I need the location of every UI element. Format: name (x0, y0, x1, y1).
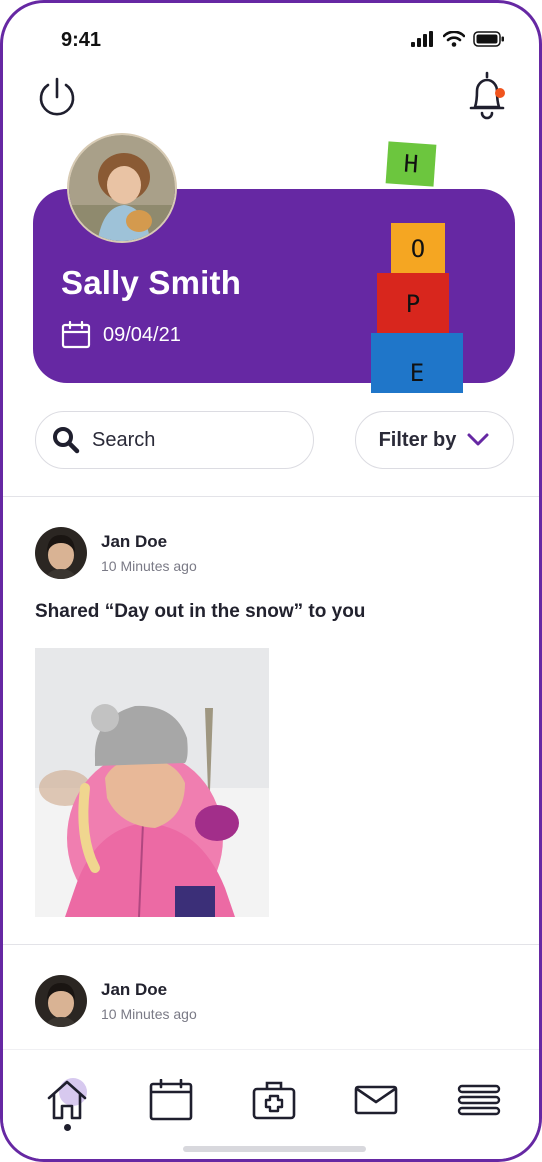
status-icons (411, 31, 505, 47)
post-time: 10 Minutes ago (101, 558, 197, 574)
power-button[interactable] (35, 75, 79, 119)
filter-button[interactable]: Filter by (355, 411, 514, 469)
divider (3, 496, 539, 497)
profile-date: 09/04/21 (103, 323, 181, 346)
author-info: Jan Doe 10 Minutes ago (101, 532, 197, 574)
notifications-button[interactable] (465, 71, 513, 121)
author-photo (35, 975, 87, 1027)
hope-block-h: H (385, 141, 437, 187)
author-avatar[interactable] (35, 975, 87, 1027)
nav-home[interactable] (43, 1076, 91, 1124)
active-indicator (64, 1124, 71, 1131)
home-indicator[interactable] (183, 1146, 366, 1152)
calendar-icon (61, 321, 91, 349)
signal-icon (411, 31, 433, 47)
profile-name: Sally Smith (61, 264, 242, 301)
home-icon (47, 1078, 87, 1120)
search-icon (53, 427, 80, 454)
status-bar: 9:41 (3, 3, 539, 73)
filter-label: Filter by (378, 428, 457, 451)
search-label: Search (92, 428, 156, 451)
nav-messages[interactable] (352, 1076, 400, 1124)
search-input[interactable]: Search (35, 411, 314, 469)
post-header: Jan Doe 10 Minutes ago (35, 975, 197, 1027)
author-info: Jan Doe 10 Minutes ago (101, 980, 197, 1022)
profile-avatar[interactable] (67, 133, 177, 243)
hope-block-o: O (391, 223, 445, 275)
post-text: Shared “Day out in the snow” to you (35, 601, 366, 622)
menu-icon (457, 1084, 501, 1116)
nav-medical[interactable] (250, 1076, 298, 1124)
profile-date-row: 09/04/21 (61, 321, 181, 349)
hope-block-e: E (371, 333, 463, 393)
bell-icon (469, 71, 505, 120)
status-time: 9:41 (61, 29, 102, 51)
bottom-nav (3, 1049, 539, 1159)
nav-calendar[interactable] (147, 1076, 195, 1124)
hope-blocks: H O P E (369, 141, 469, 393)
nav-menu[interactable] (455, 1076, 503, 1124)
mail-icon (354, 1085, 398, 1115)
calendar-icon (149, 1079, 193, 1121)
author-name[interactable]: Jan Doe (101, 980, 197, 1000)
notification-dot (495, 88, 505, 98)
author-avatar[interactable] (35, 527, 87, 579)
hope-block-p: P (377, 273, 449, 335)
medical-kit-icon (252, 1081, 296, 1120)
divider (3, 944, 539, 945)
author-photo (35, 527, 87, 579)
post-image[interactable] (35, 648, 269, 917)
post-time: 10 Minutes ago (101, 1006, 197, 1022)
post-header: Jan Doe 10 Minutes ago (35, 527, 197, 579)
power-icon (39, 77, 75, 116)
phone-frame: 9:41 Sally Smith 09/04/21 H O P E Search… (0, 0, 542, 1162)
wifi-icon (443, 31, 465, 47)
author-name[interactable]: Jan Doe (101, 532, 197, 552)
chevron-down-icon (467, 433, 489, 446)
battery-icon (473, 31, 504, 47)
snow-photo (35, 648, 269, 917)
child-photo (69, 135, 175, 241)
